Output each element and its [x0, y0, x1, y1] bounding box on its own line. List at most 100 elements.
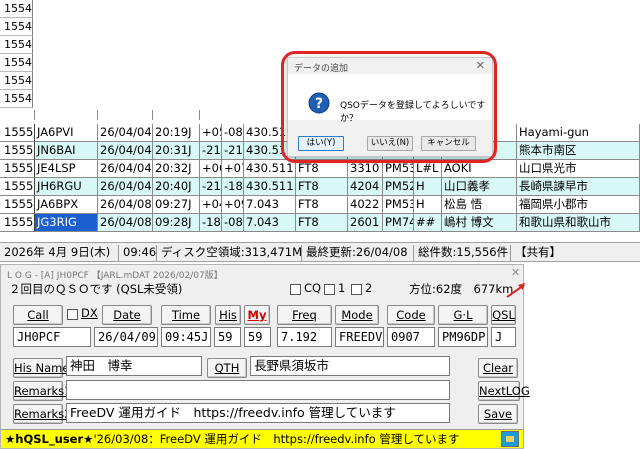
cancel-button[interactable]: キャンセル: [421, 136, 476, 151]
call-cell[interactable]: JH6RGU: [35, 178, 98, 196]
rst-sent-cell[interactable]: -21: [200, 178, 222, 196]
freq-cell[interactable]: 430.511: [244, 160, 296, 178]
freq-button[interactable]: Freq: [277, 305, 332, 325]
time-cell[interactable]: 09:28J: [153, 214, 200, 232]
rst-received-cell[interactable]: -21: [222, 142, 244, 160]
grid-locator-cell[interactable]: PM74: [383, 214, 414, 232]
grid-locator-cell[interactable]: PM53: [383, 160, 414, 178]
mode-cell[interactable]: FT8: [296, 178, 348, 196]
freq-cell[interactable]: 430.511: [244, 178, 296, 196]
row-number[interactable]: 15552: [0, 160, 35, 178]
remarks1-button[interactable]: Remarks1: [13, 381, 72, 401]
rst-received-cell[interactable]: +09: [222, 196, 244, 214]
call-cell[interactable]: JA6BPX: [35, 196, 98, 214]
his-rst-button[interactable]: His: [215, 305, 241, 325]
qsl-cell[interactable]: H: [414, 196, 442, 214]
remarks2-button[interactable]: Remarks2: [13, 404, 72, 424]
table-row[interactable]: 15554JA6BPX26/04/0809:27J+04+097.043FT84…: [0, 196, 640, 214]
rst-sent-cell[interactable]: +06: [200, 160, 222, 178]
qth-button[interactable]: QTH: [207, 358, 247, 378]
table-row[interactable]: 15553JH6RGU26/04/0420:40J-21-18430.511FT…: [0, 178, 640, 196]
row-number[interactable]: 15551: [0, 142, 35, 160]
freq-cell[interactable]: 7.043: [244, 214, 296, 232]
his-name-field[interactable]: 神田 博幸: [66, 356, 202, 376]
date-cell[interactable]: 26/04/04: [98, 160, 153, 178]
date-cell[interactable]: 26/04/04: [98, 178, 153, 196]
grid-locator-cell[interactable]: PM52: [383, 178, 414, 196]
name-cell[interactable]: 山口義孝: [442, 178, 517, 196]
code-button[interactable]: Code: [387, 305, 435, 325]
qsl-cell[interactable]: L#L: [414, 160, 442, 178]
row-number[interactable]: 15550: [0, 124, 35, 142]
time-cell[interactable]: 20:31J: [153, 142, 200, 160]
code-cell[interactable]: 4022: [348, 196, 383, 214]
qsl-field[interactable]: J: [491, 327, 516, 347]
call-button[interactable]: Call: [13, 305, 63, 325]
qsl-cell[interactable]: H: [414, 178, 442, 196]
my-rst-button[interactable]: My: [244, 305, 270, 325]
row-number[interactable]: 1554: [0, 0, 33, 18]
cq-checkbox[interactable]: [290, 284, 301, 295]
rst-received-cell[interactable]: -08: [222, 124, 244, 142]
qth-cell[interactable]: 山口県光市: [517, 160, 640, 178]
no-button[interactable]: いいえ(N): [367, 136, 413, 151]
call-cell[interactable]: JA6PVI: [35, 124, 98, 142]
close-icon[interactable]: ✕: [511, 266, 520, 279]
yes-button[interactable]: はい(Y): [298, 136, 344, 151]
freq-cell[interactable]: 7.043: [244, 196, 296, 214]
qth-cell[interactable]: 熊本市南区: [517, 142, 640, 160]
qth-field[interactable]: 長野県須坂市: [250, 356, 450, 376]
row-number[interactable]: 1554: [0, 54, 33, 72]
mode-cell[interactable]: FT8: [296, 196, 348, 214]
name-cell[interactable]: 嶋村 博文: [442, 214, 517, 232]
qsl-button[interactable]: QSL: [491, 305, 516, 325]
date-cell[interactable]: 26/04/08: [98, 196, 153, 214]
mode-cell[interactable]: FT8: [296, 160, 348, 178]
table-row[interactable]: 15555JG3RIG26/04/0809:28J-18-087.043FT82…: [0, 214, 640, 232]
gl-field[interactable]: PM96DP: [438, 327, 488, 347]
time-cell[interactable]: 20:32J: [153, 160, 200, 178]
grid-locator-cell[interactable]: PM53: [383, 196, 414, 214]
name-cell[interactable]: AOKI: [442, 160, 517, 178]
date-button[interactable]: Date: [102, 305, 152, 325]
time-cell[interactable]: 20:19J: [153, 124, 200, 142]
code-cell[interactable]: 4204: [348, 178, 383, 196]
qth-cell[interactable]: Hayami-gun: [517, 124, 640, 142]
mode-button[interactable]: Mode: [335, 305, 379, 325]
row-number[interactable]: 1554: [0, 72, 33, 90]
check-2-checkbox[interactable]: [351, 284, 362, 295]
date-cell[interactable]: 26/04/08: [98, 214, 153, 232]
code-cell[interactable]: 3310: [348, 160, 383, 178]
mode-field[interactable]: FREEDV: [335, 327, 384, 347]
his-name-button[interactable]: His Name: [13, 358, 69, 378]
app-icon[interactable]: [501, 431, 519, 447]
date-cell[interactable]: 26/04/04: [98, 124, 153, 142]
code-field[interactable]: 0907: [387, 327, 435, 347]
rst-received-cell[interactable]: -08: [222, 214, 244, 232]
his-rst-field[interactable]: 59: [214, 327, 241, 347]
rst-received-cell[interactable]: -18: [222, 178, 244, 196]
time-cell[interactable]: 20:40J: [153, 178, 200, 196]
rst-received-cell[interactable]: +07: [222, 160, 244, 178]
rst-sent-cell[interactable]: -21: [200, 142, 222, 160]
rst-sent-cell[interactable]: +04: [200, 196, 222, 214]
time-button[interactable]: Time: [161, 305, 211, 325]
rst-sent-cell[interactable]: +05: [200, 124, 222, 142]
nextlog-button[interactable]: NextLOG: [478, 381, 530, 401]
code-cell[interactable]: 2601: [348, 214, 383, 232]
table-row[interactable]: 15552JE4LSP26/04/0420:32J+06+07430.511FT…: [0, 160, 640, 178]
name-cell[interactable]: 松島 悟: [442, 196, 517, 214]
call-cell[interactable]: JG3RIG: [35, 214, 98, 232]
freq-field[interactable]: 7.192: [277, 327, 332, 347]
date-field[interactable]: 26/04/09: [94, 327, 158, 347]
rst-sent-cell[interactable]: -18: [200, 214, 222, 232]
close-icon[interactable]: ✕: [476, 59, 485, 72]
row-number[interactable]: 15554: [0, 196, 35, 214]
call-cell[interactable]: JN6BAI: [35, 142, 98, 160]
time-field[interactable]: 09:45J: [161, 327, 211, 347]
qsl-cell[interactable]: ##: [414, 214, 442, 232]
row-number[interactable]: 15553: [0, 178, 35, 196]
check-1-checkbox[interactable]: [324, 284, 335, 295]
save-button[interactable]: Save: [478, 404, 518, 424]
qth-cell[interactable]: 福岡県小郡市: [517, 196, 640, 214]
